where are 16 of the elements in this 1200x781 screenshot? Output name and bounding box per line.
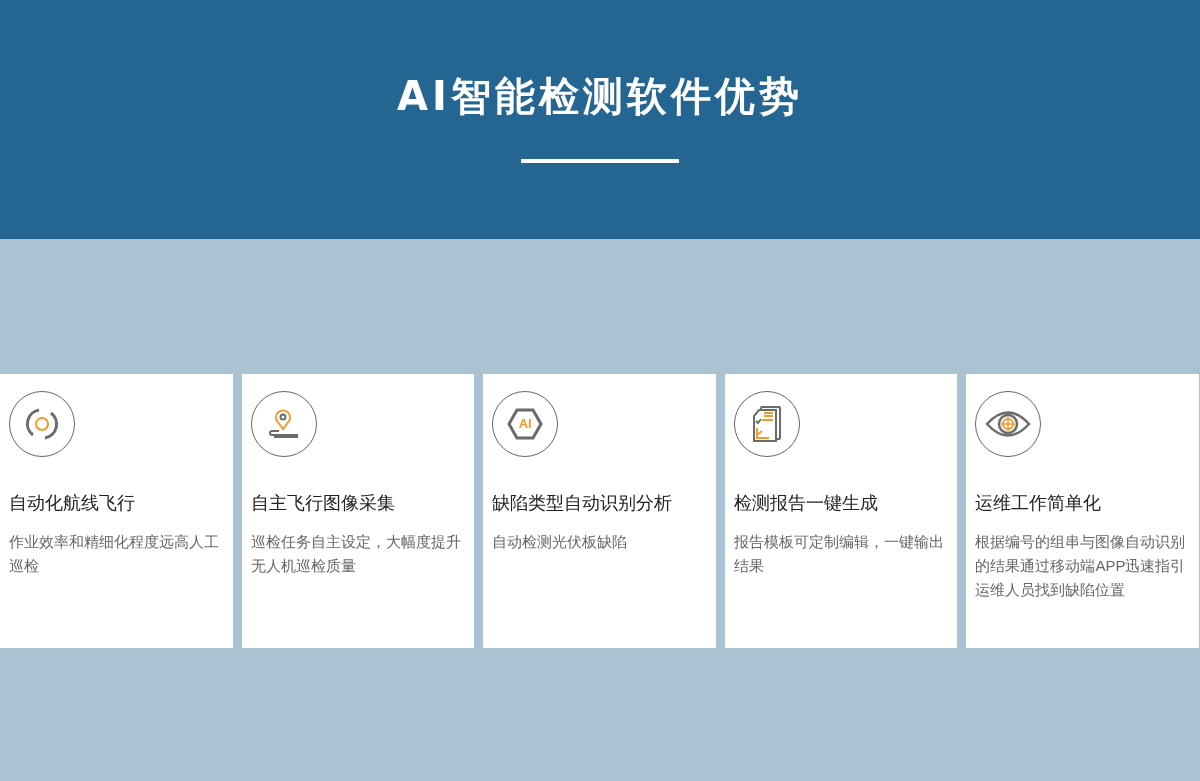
card-description: 巡检任务自主设定，大幅度提升无人机巡检质量 xyxy=(250,532,462,576)
eye-target-icon xyxy=(985,409,1032,439)
report-document-icon xyxy=(751,405,782,443)
hexagon-ai-icon: AI xyxy=(507,408,544,440)
location-pin-icon xyxy=(268,409,299,439)
card-title: 检测报告一键生成 xyxy=(733,492,879,515)
card-description: 作业效率和精细化程度远高人工巡检 xyxy=(9,532,220,576)
page-title: AI智能检测软件优势 xyxy=(397,72,803,121)
card-description: 报告模板可定制编辑，一键输出结果 xyxy=(733,532,945,576)
card-title: 自主飞行图像采集 xyxy=(250,492,396,515)
rotate-arrows-icon xyxy=(25,407,59,441)
card-title: 自动化航线飞行 xyxy=(9,492,136,515)
card-description: 自动检测光伏板缺陷 xyxy=(492,532,629,552)
card-description: 根据编号的组串与图像自动识别的结果通过移动端APP迅速指引运维人员找到缺陷位置 xyxy=(975,532,1187,600)
card-title: 运维工作简单化 xyxy=(975,492,1103,515)
card-title: 缺陷类型自动识别分析 xyxy=(492,492,674,515)
